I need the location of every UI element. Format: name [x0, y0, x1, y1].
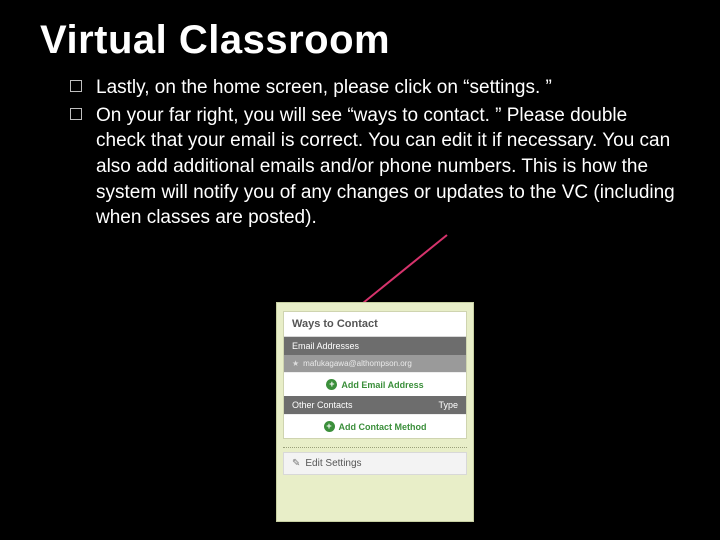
slide: Virtual Classroom Lastly, on the home sc…	[0, 0, 720, 540]
divider	[283, 447, 467, 448]
email-row[interactable]: ★ mafukagawa@althompson.org	[284, 355, 466, 372]
bullet-text: Lastly, on the home screen, please click…	[96, 77, 552, 98]
add-contact-button[interactable]: + Add Contact Method	[284, 414, 466, 438]
section-email-addresses: Email Addresses	[284, 337, 466, 355]
bullet-item: On your far right, you will see “ways to…	[70, 103, 680, 231]
panel-header: Ways to Contact	[284, 312, 466, 337]
slide-title: Virtual Classroom	[40, 18, 680, 63]
section-email-label: Email Addresses	[292, 341, 359, 351]
email-value: mafukagawa@althompson.org	[303, 359, 412, 368]
edit-settings-label: Edit Settings	[305, 458, 361, 469]
add-email-button[interactable]: + Add Email Address	[284, 372, 466, 396]
edit-settings-button[interactable]: ✎ Edit Settings	[283, 452, 467, 475]
section-type-label: Type	[438, 400, 458, 410]
bullet-list: Lastly, on the home screen, please click…	[70, 75, 680, 231]
add-email-label: Add Email Address	[341, 380, 423, 390]
section-other-contacts: Other Contacts Type	[284, 396, 466, 414]
plus-icon: +	[326, 379, 337, 390]
section-other-label: Other Contacts	[292, 400, 353, 410]
star-icon: ★	[292, 359, 299, 368]
plus-icon: +	[324, 421, 335, 432]
ways-to-contact-panel: Ways to Contact Email Addresses ★ mafuka…	[276, 302, 474, 522]
bullet-item: Lastly, on the home screen, please click…	[70, 75, 680, 101]
bullet-text: On your far right, you will see “ways to…	[96, 105, 675, 229]
pencil-icon: ✎	[292, 458, 300, 469]
panel-card: Ways to Contact Email Addresses ★ mafuka…	[283, 311, 467, 439]
add-contact-label: Add Contact Method	[339, 422, 427, 432]
